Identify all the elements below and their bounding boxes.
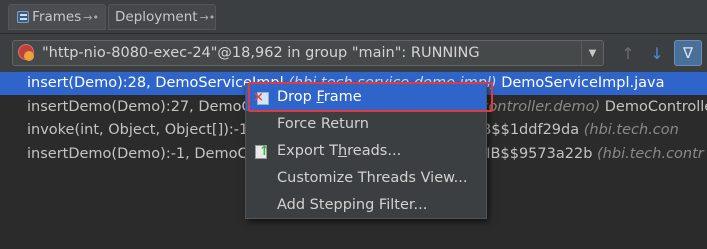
frame-package: (hbi.tech.contr [597,146,704,162]
tab-frames-label: Frames [32,9,82,25]
next-frame-button[interactable]: ↓ [645,41,669,65]
menu-item-customize-threads-view[interactable]: Customize Threads View... [246,165,486,192]
chevron-down-icon[interactable]: ▼ [581,41,603,65]
frame-file: DemoController.java [604,99,707,115]
filter-icon[interactable]: ∇ [674,40,702,66]
pin-icon[interactable]: →• [200,11,216,24]
frame-method: insertDemo(Demo):27, DemoC [27,99,252,115]
thread-running-icon [18,44,36,62]
menu-item-force-return[interactable]: Force Return [246,111,486,138]
tab-frames[interactable]: Frames →• [8,4,106,30]
frame-file: DemoServiceImpl.java [501,75,665,91]
export-icon: ↑ [253,143,270,160]
tab-deployment-label: Deployment [115,9,198,25]
drop-frame-icon: × [253,89,270,106]
frame-method: insertDemo(Demo):-1, DemoC [27,146,248,162]
pin-icon[interactable]: →• [83,11,99,24]
frame-package: (hbi.tech.con [583,122,679,138]
frame-file: LIB$$9573a22b [478,146,593,162]
thread-toolbar: "http-nio-8080-exec-24"@18,962 in group … [0,34,707,72]
menu-item-add-stepping-filter[interactable]: Add Stepping Filter... [246,192,486,219]
frames-icon [15,9,29,25]
menu-item-drop-frame[interactable]: × Drop Frame [246,84,486,111]
frame-context-menu: × Drop Frame Force Return ↑ Export Threa… [245,83,487,219]
thread-label: "http-nio-8080-exec-24"@18,962 in group … [42,45,480,61]
thread-selector[interactable]: "http-nio-8080-exec-24"@18,962 in group … [12,40,604,66]
debug-tab-bar: Frames →• Deployment →• [0,0,707,34]
tab-deployment[interactable]: Deployment →• [108,4,216,30]
previous-frame-button[interactable]: ↑ [616,41,640,65]
frame-method: invoke(int, Object, Object[]):-1 [27,122,249,138]
menu-item-export-threads[interactable]: ↑ Export Threads... [246,138,486,165]
